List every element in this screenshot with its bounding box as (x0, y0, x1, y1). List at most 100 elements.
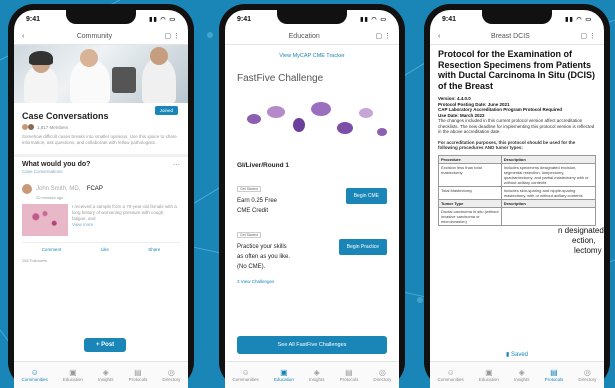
avatar (22, 183, 32, 194)
share-button[interactable]: Share (148, 247, 160, 252)
table-header: Description (500, 154, 597, 164)
histology-image (237, 92, 387, 152)
card-text: Earn 0.25 Free (237, 198, 278, 204)
accreditation: CAP Laboratory Accreditation Program Pro… (438, 107, 563, 112)
tab-label: Protocols (544, 377, 564, 382)
community-banner-image (14, 45, 188, 103)
tab-label: Education (478, 377, 499, 382)
comment-button[interactable]: Comment (42, 247, 62, 252)
overlay-text: n designated (558, 226, 604, 235)
community-description: Somehow difficult cases breaks into smal… (22, 134, 177, 145)
table-cell: Includes skin-sparing and nipple-sparing… (500, 185, 597, 200)
chat-icon[interactable]: ▢ ⋮ (375, 32, 391, 40)
notch (277, 10, 347, 24)
tab-label: Communities (437, 377, 464, 382)
tab-insights[interactable]: ◈ Insights (309, 368, 325, 382)
tab-label: Directory (578, 377, 597, 382)
people-icon: ☺ (30, 368, 39, 377)
member-count: 1,817 Members (37, 124, 69, 130)
tab-protocols[interactable]: ▤ Protocols (129, 368, 148, 382)
table-cell: Total Mastectomy (438, 185, 502, 200)
community-link[interactable]: Case Conversations (22, 169, 180, 174)
tab-education[interactable]: ▣ Education (63, 368, 83, 382)
tab-label: Education (273, 377, 294, 382)
new-post-button[interactable]: + Post (84, 338, 127, 352)
practice-card: Get Started Practice your skills as ofte… (237, 223, 387, 271)
view-more-link[interactable]: View more (72, 222, 180, 228)
nav-bar: ‹ Breast DCIS ▢ ⋮ (430, 28, 604, 45)
tab-label: Communities (21, 377, 48, 382)
signal-icon: ▮▮ ◠ ▭ (149, 16, 176, 23)
status-time: 9:41 (26, 15, 41, 23)
education-icon: ▣ (485, 368, 493, 377)
post-actions: Comment Like Share (22, 242, 180, 252)
nav-title: Education (288, 32, 320, 40)
like-button[interactable]: Like (101, 247, 109, 252)
saved-button[interactable]: ▮ Saved (430, 351, 604, 358)
overlay-text: ection, (572, 236, 596, 245)
education-icon: ▣ (280, 368, 288, 377)
tab-communities[interactable]: ☺ Communities (22, 368, 48, 382)
tab-protocols[interactable]: ▤ Protocols (545, 368, 564, 382)
cme-tracker-link[interactable]: View MyCAP CME Tracker (225, 53, 399, 59)
tab-directory[interactable]: ◎ Directory (162, 368, 180, 382)
tab-education[interactable]: ▣ Education (479, 368, 499, 382)
tab-insights[interactable]: ◈ Insights (98, 368, 114, 382)
card-text: CME Credit (237, 208, 269, 214)
table-header: Tumor Type (438, 198, 502, 208)
view-challenges-link[interactable]: 3 View Challenges (237, 279, 399, 284)
card-text: Practice your skills (237, 244, 287, 250)
phone-protocol: 9:41 ▮▮ ◠ ▭ ‹ Breast DCIS ▢ ⋮ Protocol f… (424, 4, 610, 388)
tab-label: Protocols (128, 377, 148, 382)
phone-community: 9:41 ▮▮ ◠ ▭ ‹ Community ▢ ⋮ Joined Case … (8, 4, 194, 388)
post-content[interactable]: I received a sample from a 70-year-old f… (22, 204, 180, 236)
tab-protocols[interactable]: ▤ Protocols (340, 368, 359, 382)
person-head (80, 49, 98, 67)
person-head (150, 47, 168, 65)
chat-icon[interactable]: ▢ ⋮ (580, 32, 596, 40)
card-tag: Get Started (237, 232, 261, 238)
author-name[interactable]: John Smith, MD, (36, 186, 80, 192)
more-icon[interactable]: ⋯ (173, 161, 180, 169)
posting-date: Protocol Posting Date: June 2021 (438, 101, 510, 107)
microscope-image (112, 67, 136, 93)
tab-education[interactable]: ▣ Education (274, 368, 294, 382)
tab-label: Insights (308, 377, 325, 382)
directory-icon: ◎ (583, 368, 591, 377)
tab-directory[interactable]: ◎ Directory (578, 368, 596, 382)
nav-title: Community (76, 32, 113, 40)
card-tag: Get Started (237, 186, 261, 192)
join-button[interactable]: Joined (154, 106, 178, 115)
avatar (28, 124, 34, 130)
members-row: 1,817 Members (22, 124, 180, 130)
education-icon: ▣ (69, 368, 77, 377)
table-cell: Excision less than total mastectomy (438, 162, 502, 187)
tab-insights[interactable]: ◈ Insights (514, 368, 530, 382)
begin-practice-button[interactable]: Begin Practice (338, 239, 387, 255)
signal-icon: ▮▮ ◠ ▭ (565, 16, 592, 23)
table-row: Ductal carcinoma in situ (without invasi… (438, 206, 597, 226)
followers-count: 256 Followers (22, 258, 47, 263)
person-hair (29, 51, 53, 65)
protocol-meta: Version: 4.4.0.0 Protocol Posting Date: … (438, 96, 596, 135)
chat-icon[interactable]: ▢ ⋮ (164, 32, 180, 40)
tab-communities[interactable]: ☺ Communities (438, 368, 464, 382)
see-all-challenges-button[interactable]: See All FastFive Challenges (237, 336, 387, 354)
protocol-title: Protocol for the Examination of Resectio… (438, 49, 596, 91)
fastfive-title: FastFive Challenge (237, 73, 324, 84)
tab-label: Education (62, 377, 83, 382)
begin-cme-button[interactable]: Begin CME (345, 188, 387, 204)
people-icon: ☺ (241, 368, 250, 377)
post-author: John Smith, MD, FCAP 20 minutes ago (22, 177, 180, 200)
phone-education: 9:41 ▮▮ ◠ ▭ Education ▢ ⋮ View MyCAP CME… (219, 4, 405, 388)
overlay-text: lectomy (574, 246, 602, 255)
histology-image (22, 204, 68, 236)
table-header: Procedure (438, 154, 502, 164)
nav-bar: Education ▢ ⋮ (225, 28, 399, 45)
tab-directory[interactable]: ◎ Directory (373, 368, 391, 382)
tab-communities[interactable]: ☺ Communities (233, 368, 259, 382)
tab-label: Protocols (339, 377, 359, 382)
tab-bar: ☺ Communities ▣ Education ◈ Insights ▤ Protocol… (430, 361, 604, 388)
post-text: I received a sample from a 70-year-old f… (72, 204, 177, 221)
insights-icon: ◈ (518, 368, 525, 377)
